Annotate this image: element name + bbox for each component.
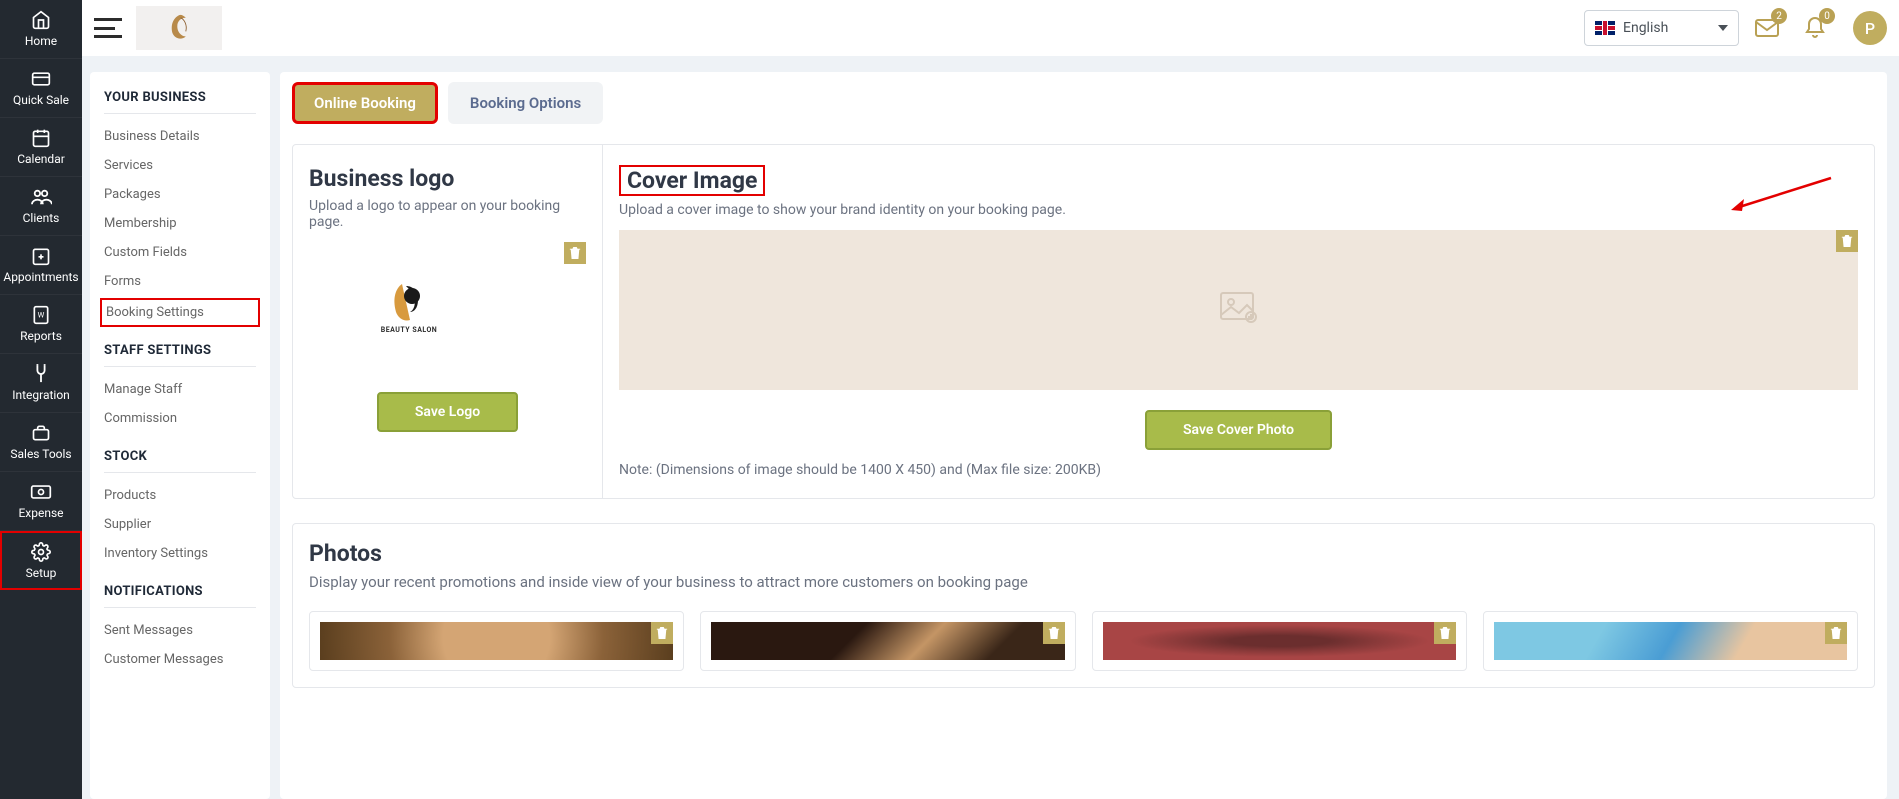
settings-group-business: YOUR BUSINESS: [104, 90, 256, 114]
tools-icon: [31, 423, 51, 443]
topbar: English 2 0 P: [82, 0, 1899, 56]
nav-calendar-label: Calendar: [17, 152, 65, 166]
nav-sales-tools-label: Sales Tools: [10, 447, 71, 461]
nav-reports-label: Reports: [20, 329, 62, 343]
settings-group-stock: STOCK: [104, 449, 256, 473]
photos-desc: Display your recent promotions and insid…: [309, 573, 1858, 591]
home-icon: [31, 10, 51, 30]
save-cover-button[interactable]: Save Cover Photo: [1145, 410, 1332, 450]
nav-home[interactable]: Home: [0, 0, 82, 59]
settings-link-custom-fields[interactable]: Custom Fields: [104, 238, 256, 267]
nav-calendar[interactable]: Calendar: [0, 118, 82, 177]
nav-quick-sale[interactable]: Quick Sale: [0, 59, 82, 118]
notifications-badge: 0: [1819, 8, 1835, 24]
nav-clients-label: Clients: [23, 211, 60, 225]
nav-clients[interactable]: Clients: [0, 177, 82, 236]
settings-link-customer-messages[interactable]: Customer Messages: [104, 645, 256, 674]
settings-sidebar: YOUR BUSINESS Business Details Services …: [90, 72, 270, 799]
settings-group-staff: STAFF SETTINGS: [104, 343, 256, 367]
nav-setup-label: Setup: [26, 566, 57, 580]
setup-gear-icon: [31, 542, 51, 562]
svg-text:W: W: [38, 311, 45, 320]
expense-icon: [30, 482, 52, 502]
primary-nav-sidebar: Home Quick Sale Calendar Clients Appoint…: [0, 0, 82, 799]
photo-card-1[interactable]: [309, 611, 684, 671]
photo-thumbnail: [711, 622, 1064, 660]
photo-thumbnail: [320, 622, 673, 660]
settings-link-commission[interactable]: Commission: [104, 404, 256, 433]
photo-card-3[interactable]: [1092, 611, 1467, 671]
main-content: Online Booking Booking Options Business …: [280, 72, 1887, 799]
nav-appointments-label: Appointments: [3, 270, 78, 284]
language-label: English: [1623, 20, 1710, 36]
settings-link-services[interactable]: Services: [104, 151, 256, 180]
nav-sales-tools[interactable]: Sales Tools: [0, 413, 82, 472]
cover-note: Note: (Dimensions of image should be 140…: [619, 462, 1858, 478]
messages-button[interactable]: 2: [1753, 14, 1781, 42]
integration-icon: [32, 364, 50, 384]
clients-icon: [30, 187, 52, 207]
nav-home-label: Home: [25, 34, 57, 48]
booking-tabs: Online Booking Booking Options: [292, 82, 1875, 124]
messages-badge: 2: [1771, 8, 1787, 24]
save-logo-button[interactable]: Save Logo: [377, 392, 518, 432]
business-logo-panel: Business logo Upload a logo to appear on…: [293, 145, 603, 498]
settings-link-products[interactable]: Products: [104, 481, 256, 510]
delete-logo-button[interactable]: [564, 242, 586, 264]
image-placeholder-icon: [1219, 291, 1259, 329]
photo-card-4[interactable]: [1483, 611, 1858, 671]
business-logo-title: Business logo: [309, 165, 586, 192]
logo-brand-text: BEAUTY SALON: [381, 326, 437, 334]
delete-cover-button[interactable]: [1836, 230, 1858, 252]
sale-icon: [31, 69, 51, 89]
nav-quick-sale-label: Quick Sale: [13, 93, 69, 107]
cover-image-desc: Upload a cover image to show your brand …: [619, 202, 1858, 218]
nav-integration[interactable]: Integration: [0, 354, 82, 413]
settings-link-packages[interactable]: Packages: [104, 180, 256, 209]
photo-thumbnail: [1494, 622, 1847, 660]
settings-link-membership[interactable]: Membership: [104, 209, 256, 238]
cover-upload-area[interactable]: [619, 230, 1858, 390]
menu-toggle-button[interactable]: [94, 14, 122, 42]
delete-photo-button[interactable]: [651, 622, 673, 644]
business-logo-desc: Upload a logo to appear on your booking …: [309, 198, 586, 230]
delete-photo-button[interactable]: [1825, 622, 1847, 644]
settings-link-forms[interactable]: Forms: [104, 267, 256, 296]
nav-integration-label: Integration: [12, 388, 70, 402]
settings-link-supplier[interactable]: Supplier: [104, 510, 256, 539]
nav-expense[interactable]: Expense: [0, 472, 82, 531]
photo-thumbnail: [1103, 622, 1456, 660]
settings-link-sent-messages[interactable]: Sent Messages: [104, 616, 256, 645]
nav-expense-label: Expense: [18, 506, 63, 520]
nav-appointments[interactable]: Appointments: [0, 236, 82, 295]
brand-logo[interactable]: [136, 6, 222, 50]
settings-group-notifications: NOTIFICATIONS: [104, 584, 256, 608]
settings-link-manage-staff[interactable]: Manage Staff: [104, 375, 256, 404]
nav-setup[interactable]: Setup: [0, 531, 82, 590]
settings-link-booking-settings[interactable]: Booking Settings: [100, 298, 260, 327]
appointments-icon: [31, 246, 51, 266]
chevron-down-icon: [1718, 25, 1728, 31]
notifications-button[interactable]: 0: [1801, 14, 1829, 42]
language-selector[interactable]: English: [1584, 10, 1739, 46]
cover-image-title: Cover Image: [619, 165, 765, 196]
logo-upload-box[interactable]: BEAUTY SALON: [309, 242, 586, 372]
tab-booking-options[interactable]: Booking Options: [448, 82, 603, 124]
business-logo-preview: BEAUTY SALON: [309, 242, 509, 372]
settings-link-business-details[interactable]: Business Details: [104, 122, 256, 151]
tab-online-booking[interactable]: Online Booking: [292, 82, 438, 124]
photos-title: Photos: [309, 540, 1858, 567]
calendar-icon: [31, 128, 51, 148]
delete-photo-button[interactable]: [1043, 622, 1065, 644]
uk-flag-icon: [1595, 21, 1615, 35]
photo-card-2[interactable]: [700, 611, 1075, 671]
settings-link-inventory-settings[interactable]: Inventory Settings: [104, 539, 256, 568]
user-avatar[interactable]: P: [1853, 11, 1887, 45]
cover-image-panel: Cover Image Upload a cover image to show…: [603, 145, 1874, 498]
nav-reports[interactable]: W Reports: [0, 295, 82, 354]
reports-icon: W: [32, 305, 50, 325]
delete-photo-button[interactable]: [1434, 622, 1456, 644]
photos-section: Photos Display your recent promotions an…: [292, 523, 1875, 688]
